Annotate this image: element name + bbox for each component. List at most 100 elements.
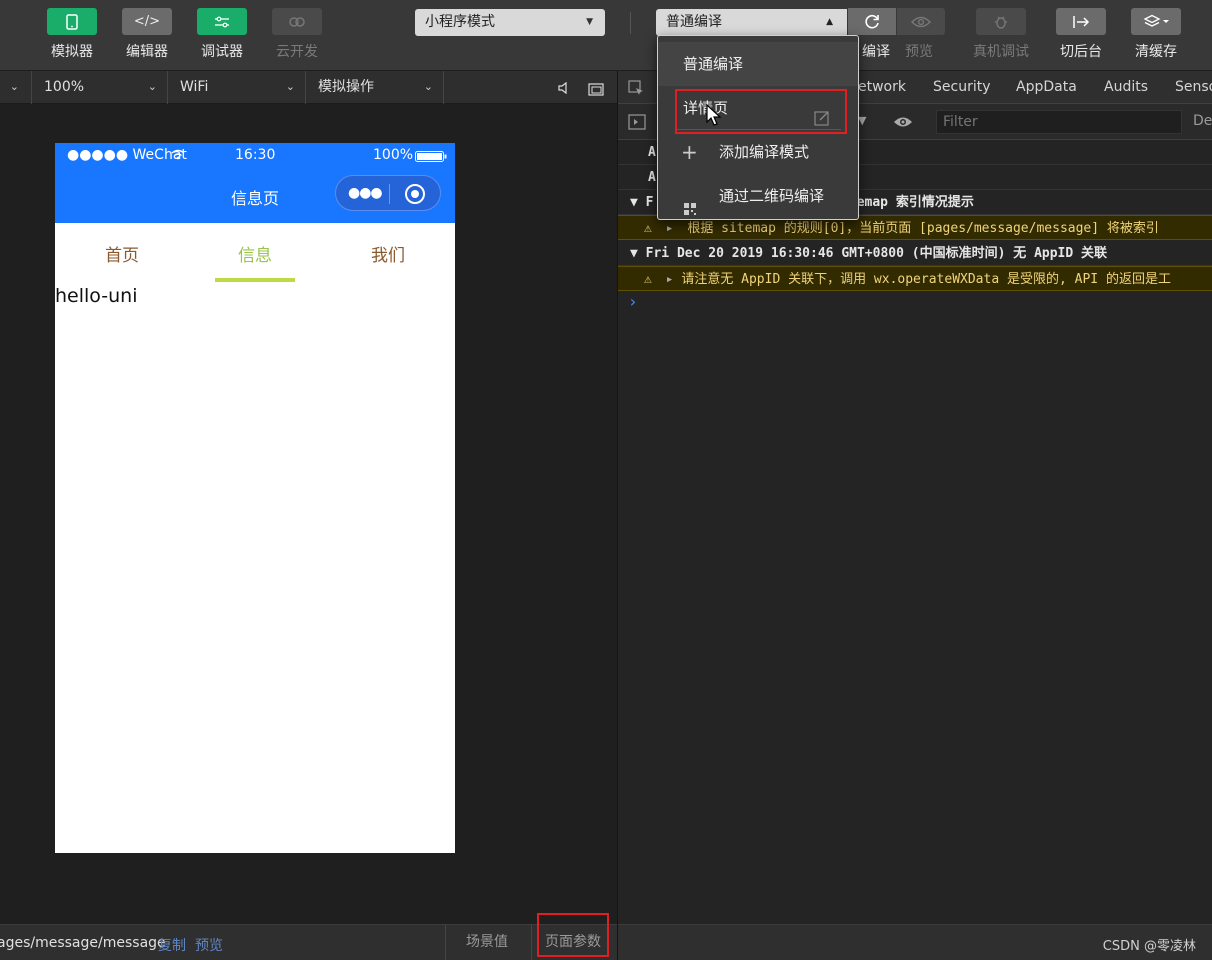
console-warning-row[interactable]: ⚠ ▸ 请注意无 AppID 关联下，调用 wx.operateWXData 是…: [618, 266, 1212, 291]
simulator-footer: ages/message/message 复制 预览 场景值 页面参数: [0, 924, 617, 960]
sliders-icon: [197, 8, 247, 35]
copy-path-link[interactable]: 复制: [158, 935, 186, 955]
menu-item-label: 通过二维码编译: [719, 187, 825, 205]
compile-select[interactable]: 普通编译 ▲: [656, 9, 847, 36]
exit-arrow-icon: [1056, 8, 1106, 35]
mode-select[interactable]: 小程序模式 ▼: [415, 9, 605, 36]
network-value: WiFi: [180, 79, 209, 95]
editor-label: 编辑器: [126, 44, 168, 60]
menu-item-label: 添加编译模式: [719, 143, 810, 161]
background-label: 切后台: [1060, 44, 1102, 60]
cloud-icon: [272, 8, 322, 35]
remote-debug-label: 真机调试: [973, 44, 1029, 60]
top-toolbar: 模拟器 </> 编辑器 调试器 云开发 小程序模式 ▼ 普通编译 ▲ 编译 预览: [0, 0, 1212, 71]
debugger-label: 调试器: [201, 44, 243, 60]
eye-icon[interactable]: [893, 114, 913, 133]
preview-path-link[interactable]: 预览: [195, 935, 223, 955]
mode-select-value: 小程序模式: [425, 14, 495, 30]
watermark-credit: CSDN @零凌林: [1102, 939, 1196, 954]
caret-down-icon[interactable]: ▼: [858, 114, 866, 127]
more-icon[interactable]: ●●●: [348, 185, 383, 201]
clear-cache-button[interactable]: 清缓存: [1125, 8, 1187, 61]
tab-security[interactable]: Security: [933, 79, 991, 95]
zoom-select[interactable]: 100% ⌄: [32, 71, 168, 104]
scene-value-button[interactable]: 场景值: [445, 925, 531, 960]
layers-icon: [1131, 8, 1181, 35]
default-levels-select[interactable]: Def: [1193, 113, 1212, 129]
toolbar-divider: [630, 12, 631, 34]
cloud-dev-toggle[interactable]: 云开发: [266, 8, 328, 61]
console-prompt[interactable]: ›: [628, 292, 638, 311]
page-content-text: hello-uni: [55, 285, 138, 307]
menu-item-add-compile-mode[interactable]: + 添加编译模式: [658, 130, 858, 174]
console-filter-input[interactable]: [936, 110, 1182, 134]
console-output: A A ▼ F GMT+0800 (中国标准时间) sitemap 索引情况提示…: [618, 140, 1212, 924]
warning-icon: ⚠: [644, 221, 652, 236]
clear-cache-label: 清缓存: [1135, 44, 1177, 60]
expand-arrow-icon: ▸: [665, 221, 674, 236]
page-tabs: 首页 信息 我们: [55, 223, 455, 283]
status-time: 16:30: [235, 147, 276, 163]
simulator-toolbar: ⌄ 100% ⌄ WiFi ⌄ 模拟操作 ⌄: [0, 71, 617, 104]
highlight-box-detail-page: [675, 89, 847, 134]
compile-select-value: 普通编译: [666, 14, 722, 30]
phone-nav-bar: 信息页 ●●●: [55, 167, 455, 223]
sidebar-toggle-icon[interactable]: [628, 114, 646, 134]
tab-sensors[interactable]: Senso: [1175, 79, 1212, 95]
battery-percent: 100%: [373, 147, 414, 163]
simulator-label: 模拟器: [51, 44, 93, 60]
tab-audits[interactable]: Audits: [1104, 79, 1148, 95]
caret-down-icon: ▼: [586, 17, 593, 27]
simulator-toggle[interactable]: 模拟器: [41, 8, 103, 61]
close-target-icon[interactable]: [405, 184, 425, 204]
cloud-label: 云开发: [276, 44, 318, 60]
caret-up-icon: ▲: [826, 17, 833, 27]
miniprogram-capsule: ●●●: [335, 175, 441, 211]
battery-icon: [415, 150, 447, 166]
device-select[interactable]: ⌄: [0, 71, 32, 104]
preview-label: 预览: [905, 44, 933, 60]
expand-arrow-icon: ▸: [665, 272, 674, 287]
wifi-icon: [171, 148, 185, 164]
window-popout-icon[interactable]: [588, 81, 604, 100]
tab-appdata[interactable]: AppData: [1016, 79, 1077, 95]
speaker-icon[interactable]: [557, 80, 571, 99]
menu-item-qrcode-compile[interactable]: 通过二维码编译: [658, 174, 858, 218]
zoom-value: 100%: [44, 79, 85, 95]
active-tab-indicator: [215, 278, 295, 282]
tab-network[interactable]: etwork: [858, 79, 906, 95]
background-button[interactable]: 切后台: [1050, 8, 1112, 61]
network-select[interactable]: WiFi ⌄: [168, 71, 306, 104]
editor-toggle[interactable]: </> 编辑器: [116, 8, 178, 61]
chevron-down-icon: ⌄: [423, 80, 433, 93]
chevron-down-icon: ⌄: [285, 80, 295, 93]
inspect-icon[interactable]: [628, 80, 644, 100]
warning-icon: ⚠: [644, 272, 652, 287]
tab-about[interactable]: 我们: [348, 241, 428, 266]
debugger-toggle[interactable]: 调试器: [191, 8, 253, 61]
highlight-box-page-params: [537, 913, 609, 957]
phone-icon: [47, 8, 97, 35]
chevron-down-icon: ⌄: [147, 80, 157, 93]
capsule-divider: [389, 184, 390, 204]
remote-debug-button[interactable]: 真机调试: [970, 8, 1032, 61]
qrcode-icon: [684, 188, 696, 232]
phone-screen: ●●●●● WeChat 16:30 100% 信息页 ●●● 首页 信息 我们…: [55, 143, 455, 853]
chevron-down-icon: ⌄: [9, 80, 19, 93]
refresh-icon: [848, 8, 896, 35]
page-path: ages/message/message: [0, 935, 166, 951]
bug-icon: [976, 8, 1026, 35]
simulate-value: 模拟操作: [318, 79, 374, 95]
eye-icon: [897, 8, 945, 35]
plus-icon: +: [681, 140, 698, 164]
tab-home[interactable]: 首页: [82, 241, 162, 266]
simulate-operation-select[interactable]: 模拟操作 ⌄: [306, 71, 444, 104]
signal-carrier: ●●●●● WeChat: [67, 147, 187, 163]
devtools-footer: CSDN @零凌林: [618, 924, 1212, 960]
tab-message[interactable]: 信息: [215, 241, 295, 266]
console-group-row[interactable]: ▼ Fri Dec 20 2019 16:30:46 GMT+0800 (中国标…: [618, 241, 1212, 266]
phone-status-bar: ●●●●● WeChat 16:30 100%: [55, 143, 455, 167]
preview-button[interactable]: 预览: [897, 8, 945, 61]
code-icon: </>: [122, 8, 172, 35]
menu-item-normal-compile[interactable]: 普通编译: [658, 42, 858, 86]
